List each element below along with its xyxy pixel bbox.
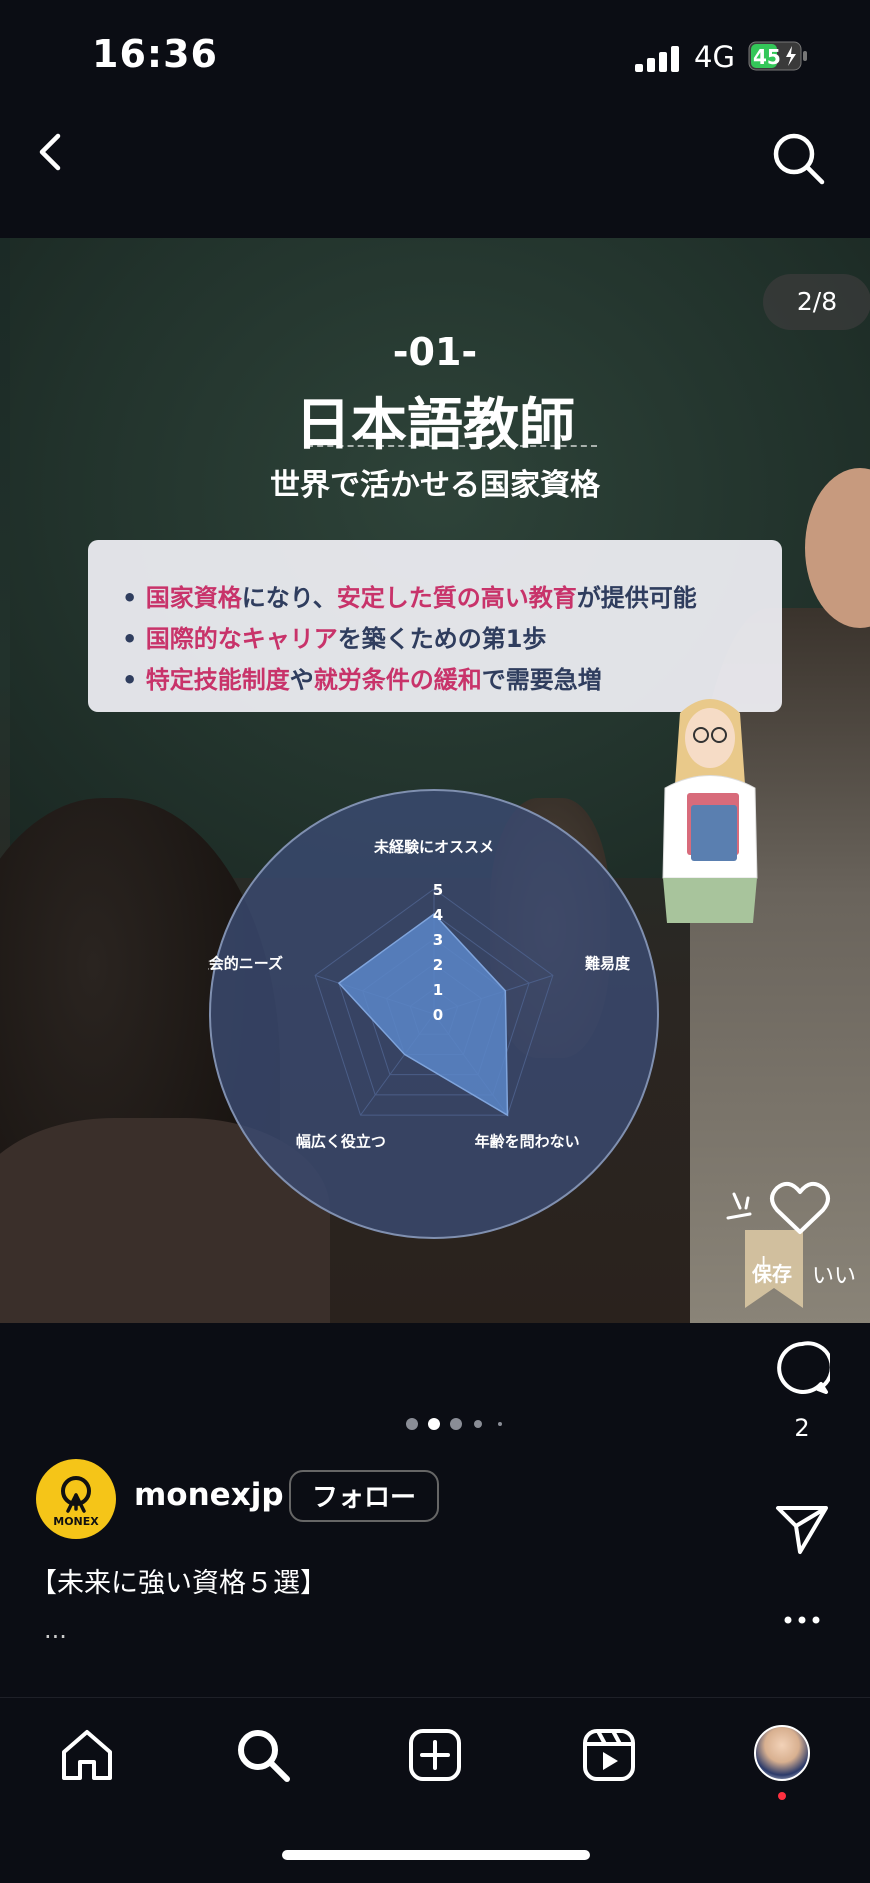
radar-scale-label: 2 [433, 956, 443, 974]
radar-scale-label: 5 [433, 881, 443, 899]
radar-scale-label: 0 [433, 1006, 443, 1024]
share-icon[interactable] [774, 1500, 830, 1556]
radar-scale-label: 3 [433, 931, 443, 949]
monex-logo: MONEX [53, 1476, 99, 1528]
bullet-highlight: 国家資格 [145, 584, 242, 612]
bullet-highlight: 就労条件の緩和 [313, 666, 482, 694]
home-icon[interactable] [58, 1726, 116, 1784]
teacher-illustration [662, 699, 758, 923]
radar-scale-label: 1 [433, 981, 443, 999]
reels-icon[interactable] [580, 1726, 638, 1784]
caption-more[interactable]: ... [44, 1616, 67, 1644]
carousel-dots [406, 1418, 502, 1430]
slide-counter: 2/8 [763, 274, 870, 330]
battery-icon: 45 [748, 41, 807, 71]
search-nav-icon[interactable] [234, 1726, 292, 1784]
radar-chart: 未経験にオススメ難易度年齢を問わない 幅広く役立つ 社会的ニーズ 5 4 3 2 1 0 [208, 789, 659, 1239]
post-caption: 【未来に強い資格５選】 [30, 1568, 327, 1599]
post-media[interactable]: 2/8 -01- 日本語教師 世界で活かせる国家資格 • 国家資格になり、安定し… [0, 238, 870, 1323]
carousel-dot [450, 1418, 462, 1430]
monex-logo-text: MONEX [53, 1515, 99, 1528]
radar-axis-label: 難易度 [585, 955, 631, 973]
author-username[interactable]: monexjp [134, 1477, 284, 1513]
notification-dot [778, 1792, 786, 1800]
carousel-dot [406, 1418, 418, 1430]
slide-title: 日本語教師 [295, 393, 575, 458]
bullet-marker: • [122, 625, 146, 653]
battery-level: 45 [753, 45, 781, 69]
bullet-marker: • [122, 584, 146, 612]
carousel-dot-active [428, 1418, 440, 1430]
save-badge-extra: ! [760, 1253, 768, 1274]
bullet-item: • 国家資格になり、安定した質の高い教育が提供可能 [122, 578, 782, 619]
search-icon[interactable] [770, 130, 826, 186]
radar-axis-label: 未経験にオススメ [373, 838, 494, 856]
radar-scale-label: 4 [433, 906, 443, 924]
sparkle-icon [726, 1192, 752, 1220]
more-icon[interactable] [782, 1610, 822, 1630]
comment-count: 2 [794, 1414, 810, 1442]
status-time: 16:36 [92, 32, 218, 76]
save-badge-partial: いい [812, 1264, 857, 1289]
carousel-dot [474, 1420, 482, 1428]
bullet-text: を築くための第1歩 [337, 625, 547, 653]
bullet-text: になり、 [241, 584, 337, 612]
network-type: 4G [694, 40, 735, 74]
bullet-highlight: 国際的なキャリア [145, 625, 338, 653]
heart-icon[interactable] [769, 1180, 831, 1236]
slide-number: -01- [392, 330, 478, 374]
bullet-highlight: 特定技能制度 [145, 666, 290, 694]
bullet-marker: • [122, 666, 146, 694]
radar-axis-label: 社会的ニーズ [208, 955, 283, 973]
carousel-dot [498, 1422, 502, 1426]
bullet-highlight: 安定した質の高い教育 [336, 584, 577, 612]
back-icon[interactable] [30, 130, 74, 174]
bullet-text: で需要急増 [481, 666, 602, 694]
slide-subtitle: 世界で活かせる国家資格 [270, 468, 600, 503]
author-avatar[interactable]: MONEX [36, 1459, 116, 1539]
radar-axis-label: 幅広く役立つ [296, 1133, 386, 1151]
follow-button[interactable]: フォロー [289, 1470, 439, 1522]
save-badge-label: 保存 [752, 1262, 792, 1286]
add-icon[interactable] [406, 1726, 464, 1784]
bullet-text: や [289, 666, 314, 694]
comment-icon[interactable] [774, 1340, 830, 1396]
title-divider [307, 445, 597, 447]
bullet-item: • 国際的なキャリアを築くための第1歩 [122, 619, 782, 660]
radar-axis-label: 年齢を問わない [475, 1133, 580, 1151]
bullet-text: が提供可能 [576, 584, 697, 612]
signal-icon [635, 46, 679, 72]
bullet-box: • 国家資格になり、安定した質の高い教育が提供可能 • 国際的なキャリアを築くため… [88, 540, 782, 712]
home-indicator [282, 1850, 590, 1860]
profile-avatar[interactable] [754, 1725, 810, 1781]
